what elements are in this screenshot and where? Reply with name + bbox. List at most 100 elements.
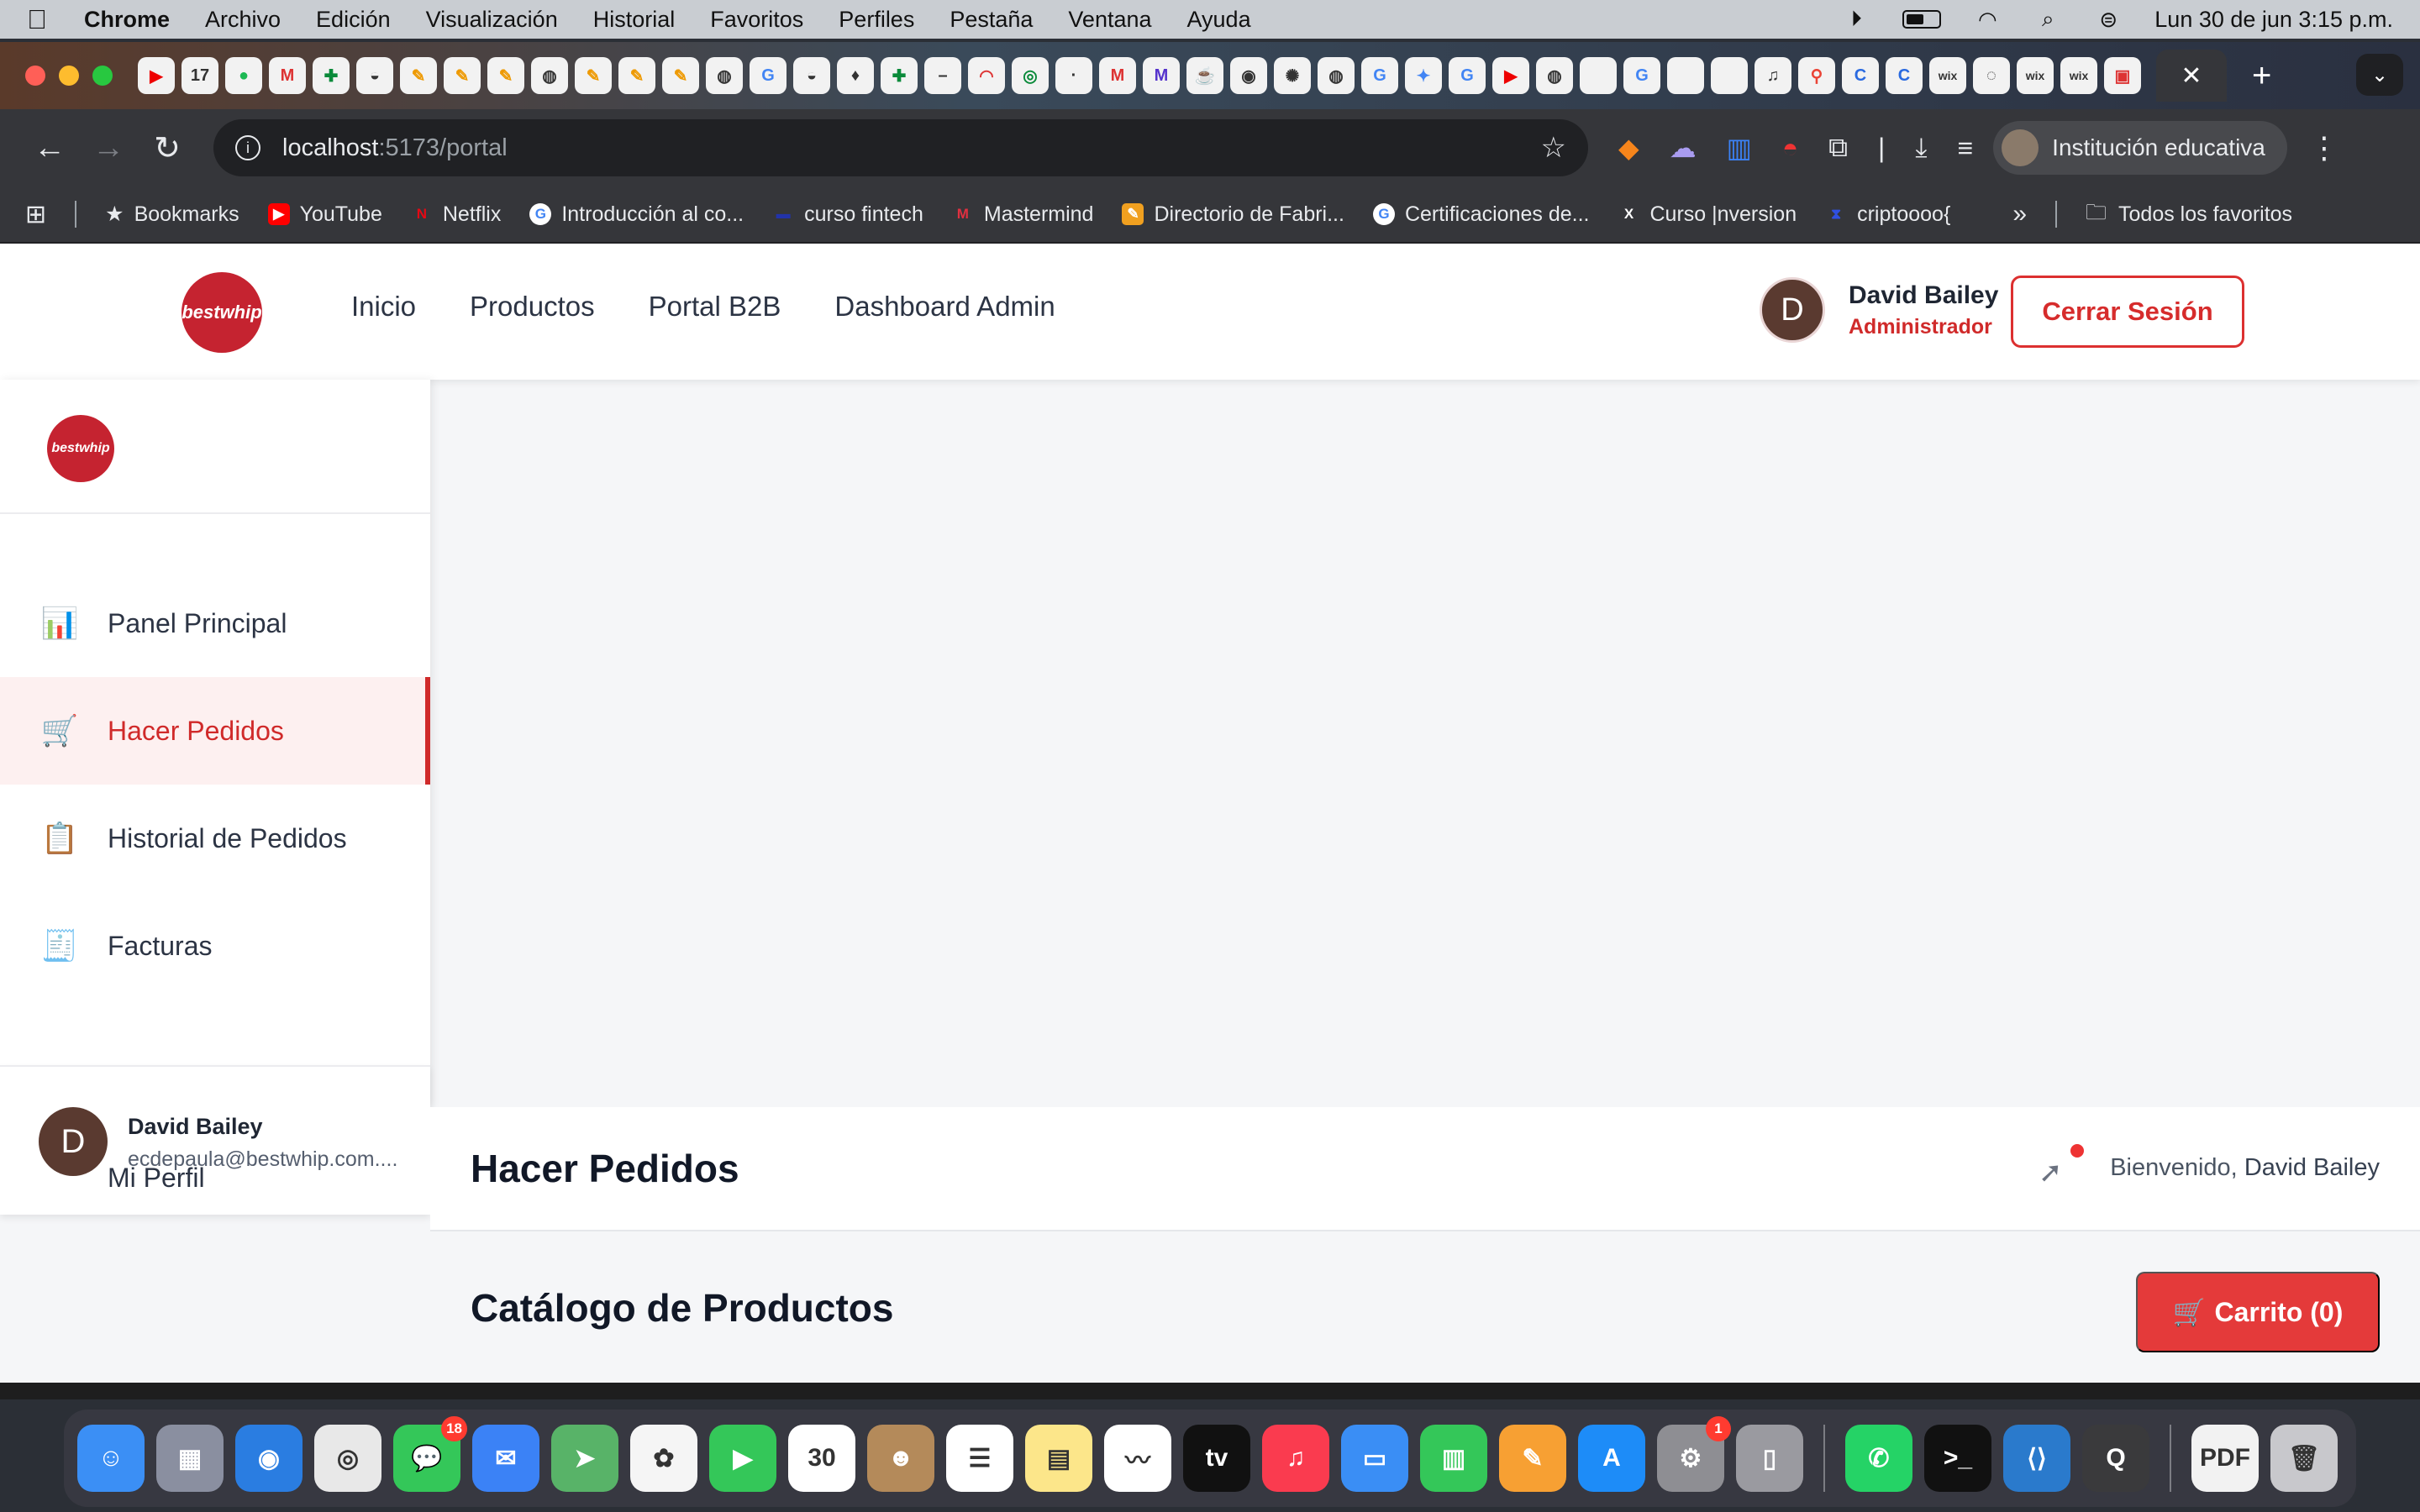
nav-link-productos[interactable]: Productos: [470, 291, 595, 323]
bookmark-directorio[interactable]: ✎ Directorio de Fabri...: [1122, 202, 1344, 227]
dock-photos-icon[interactable]: ✿: [630, 1425, 697, 1492]
chrome-menu-icon[interactable]: ⋮: [2309, 130, 2339, 165]
dock-launchpad-icon[interactable]: ▦: [156, 1425, 224, 1492]
stats-extension-icon[interactable]: ▥: [1727, 132, 1752, 164]
tab-favicon[interactable]: ◉: [1230, 57, 1267, 94]
tab-favicon[interactable]: [1580, 57, 1617, 94]
spotlight-search-icon[interactable]: ⌕: [2033, 6, 2062, 31]
tab-favicon[interactable]: C: [1842, 57, 1879, 94]
dock-safari-icon[interactable]: ◉: [235, 1425, 302, 1492]
pokeball-extension-icon[interactable]: ◓: [1782, 133, 1798, 164]
tab-favicon[interactable]: ✎: [444, 57, 481, 94]
tab-favicon[interactable]: G: [1361, 57, 1398, 94]
wifi-icon[interactable]: ◠: [1973, 7, 2002, 32]
sidebar-item-hacer-pedidos[interactable]: 🛒 Hacer Pedidos: [0, 677, 430, 785]
menubar-datetime[interactable]: Lun 30 de jun 3:15 p.m.: [2154, 7, 2393, 33]
user-info[interactable]: D David Bailey Administrador: [1760, 277, 1998, 343]
tab-favicon[interactable]: ⚲: [1798, 57, 1835, 94]
tab-favicon[interactable]: ◌: [1973, 57, 2010, 94]
tab-favicon[interactable]: ☕: [1186, 57, 1223, 94]
tab-favicon[interactable]: C: [1886, 57, 1923, 94]
tab-favicon[interactable]: M: [1143, 57, 1180, 94]
reload-icon[interactable]: ↻: [138, 129, 197, 167]
tab-favicon[interactable]: ◎: [1012, 57, 1049, 94]
tab-favicon[interactable]: ·: [1055, 57, 1092, 94]
dock-pages-icon[interactable]: ✎: [1499, 1425, 1566, 1492]
nav-link-portal-b2b[interactable]: Portal B2B: [649, 291, 781, 323]
forward-arrow-icon[interactable]: →: [79, 130, 138, 166]
dock-app-store-icon[interactable]: A: [1578, 1425, 1645, 1492]
download-icon[interactable]: ⤓: [1915, 132, 1927, 164]
bookmark-certificaciones[interactable]: G Certificaciones de...: [1372, 202, 1589, 227]
dock-tv-icon[interactable]: tv: [1183, 1425, 1250, 1492]
tab-favicon[interactable]: ◍: [531, 57, 568, 94]
bookmark-youtube[interactable]: ▶ YouTube: [267, 202, 382, 227]
tab-favicon[interactable]: ✦: [1405, 57, 1442, 94]
menu-visualizacion[interactable]: Visualización: [426, 7, 558, 33]
tab-favicon[interactable]: M: [269, 57, 306, 94]
dock-numbers-icon[interactable]: ▥: [1420, 1425, 1487, 1492]
menu-ventana[interactable]: Ventana: [1068, 7, 1151, 33]
dock-quicktime-icon[interactable]: Q: [2082, 1425, 2149, 1492]
tab-favicon[interactable]: –: [924, 57, 961, 94]
apps-grid-icon[interactable]: ⊞: [25, 200, 46, 229]
bookmark-star-icon[interactable]: ☆: [1541, 131, 1566, 165]
active-tab-close-icon[interactable]: ✕: [2156, 50, 2227, 102]
dock-reminders-icon[interactable]: ☰: [946, 1425, 1013, 1492]
tab-favicon[interactable]: [1711, 57, 1748, 94]
tab-favicon[interactable]: ◍: [1536, 57, 1573, 94]
tab-favicon[interactable]: G: [750, 57, 786, 94]
tab-favicon[interactable]: ♫: [1754, 57, 1791, 94]
media-control-icon[interactable]: ≡: [1958, 133, 1974, 164]
sidebar-item-mi-perfil[interactable]: Mi Perfil: [108, 1163, 205, 1194]
dock-finder-icon[interactable]: ☺: [77, 1425, 145, 1492]
tab-favicon[interactable]: wix: [2060, 57, 2097, 94]
more-bookmarks-icon[interactable]: »: [2012, 200, 2027, 228]
tab-favicon[interactable]: ▶: [138, 57, 175, 94]
bookmark-criptoooo[interactable]: ⧗ criptoooo{: [1825, 202, 1950, 227]
dock-pdf-icon[interactable]: PDF: [2191, 1425, 2259, 1492]
logout-button[interactable]: Cerrar Sesión: [2011, 276, 2244, 348]
menu-pestana[interactable]: Pestaña: [950, 7, 1033, 33]
close-window-icon[interactable]: [25, 66, 45, 86]
bookmark-curso-fintech[interactable]: ▬ curso fintech: [772, 202, 923, 227]
tab-favicon[interactable]: ▣: [2104, 57, 2141, 94]
new-tab-icon[interactable]: +: [2252, 57, 2271, 95]
dock-iphone-mirroring-icon[interactable]: ▯: [1736, 1425, 1803, 1492]
dock-contacts-icon[interactable]: ☻: [867, 1425, 934, 1492]
dock-mail-icon[interactable]: ✉: [472, 1425, 539, 1492]
minimize-window-icon[interactable]: [59, 66, 79, 86]
sidebar-item-facturas[interactable]: 🧾 Facturas: [0, 892, 430, 1000]
dock-messages-icon[interactable]: 💬 18: [393, 1416, 467, 1492]
tab-favicon[interactable]: ●: [225, 57, 262, 94]
tab-favicon[interactable]: ◠: [968, 57, 1005, 94]
nav-link-dashboard-admin[interactable]: Dashboard Admin: [834, 291, 1055, 323]
tab-favicon[interactable]: ✺: [1274, 57, 1311, 94]
tab-favicon[interactable]: G: [1449, 57, 1486, 94]
tab-favicon[interactable]: ♦: [837, 57, 874, 94]
dock-notes-icon[interactable]: ▤: [1025, 1425, 1092, 1492]
ghost-extension-icon[interactable]: ☁: [1670, 132, 1697, 164]
bookmark-introduccion[interactable]: G Introducción al co...: [529, 202, 744, 227]
address-bar[interactable]: i localhost :5173/portal ☆: [213, 119, 1588, 176]
tab-favicon[interactable]: ✎: [662, 57, 699, 94]
dock-calendar-icon[interactable]: 30: [788, 1425, 855, 1492]
control-center-icon[interactable]: ⊜: [2094, 7, 2123, 32]
tab-favicon[interactable]: ✎: [400, 57, 437, 94]
dock-maps-icon[interactable]: ➤: [551, 1425, 618, 1492]
tab-favicon[interactable]: G: [1623, 57, 1660, 94]
tab-favicon[interactable]: ▶: [1492, 57, 1529, 94]
tab-favicon[interactable]: ✚: [881, 57, 918, 94]
play-icon[interactable]: ⏵: [1842, 6, 1870, 31]
zoom-window-icon[interactable]: [92, 66, 113, 86]
tab-favicon[interactable]: ◍: [1318, 57, 1355, 94]
sidebar-brand-logo[interactable]: bestwhip: [47, 415, 114, 482]
back-arrow-icon[interactable]: ←: [20, 130, 79, 166]
dock-chrome-icon[interactable]: ◎: [314, 1425, 381, 1492]
extensions-puzzle-icon[interactable]: ⧉: [1828, 132, 1848, 164]
dock-trash-icon[interactable]: 🗑: [2270, 1425, 2338, 1492]
apple-icon[interactable]: : [27, 4, 60, 35]
bookmark-curso-inversion[interactable]: X Curso |nversion: [1618, 202, 1797, 227]
menu-ayuda[interactable]: Ayuda: [1187, 7, 1251, 33]
menu-edicion[interactable]: Edición: [316, 7, 391, 33]
